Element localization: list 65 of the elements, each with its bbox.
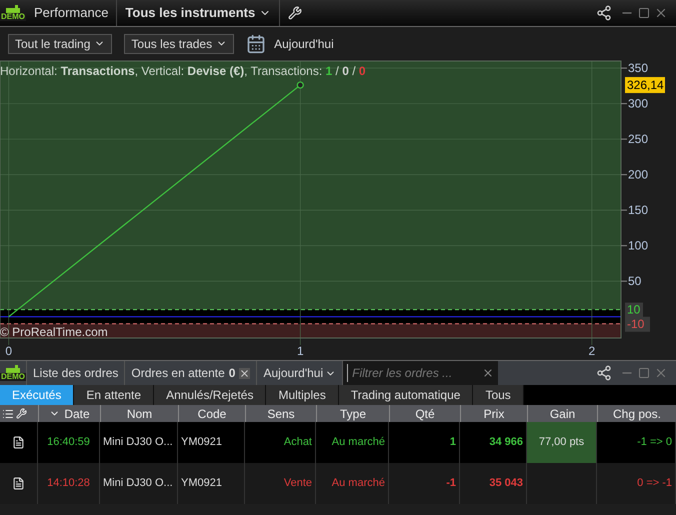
table-cell-text: 1: [450, 435, 456, 450]
instrument-dropdown[interactable]: Tous les instruments: [117, 0, 280, 26]
filter-dropdown[interactable]: Tous les trades: [124, 34, 234, 54]
table-cell-text: 16:40:59: [47, 435, 90, 450]
tab[interactable]: En attente: [74, 385, 154, 405]
table-cell-text: Mini DJ30 O...: [103, 435, 173, 450]
table-cell-text: Achat: [284, 435, 312, 450]
panel-title: Performance: [26, 0, 118, 26]
x-tick-label: 0: [5, 344, 12, 358]
count-separator: /: [334, 63, 340, 80]
table-cell-text: -1 => 0: [637, 435, 672, 450]
table-cell-text: Au marché: [332, 435, 385, 450]
x-tick-label: 2: [588, 344, 596, 358]
table-cell-text: 77,00 pts: [538, 435, 584, 450]
y-tick-label: 50: [628, 274, 642, 288]
clear-icon[interactable]: [482, 367, 494, 379]
transaction-count: 0: [342, 63, 349, 80]
copyright-text: © ProRealTime.com: [0, 324, 108, 341]
close-icon[interactable]: [654, 366, 668, 380]
threshold-label: 10: [625, 302, 643, 318]
order-detail-icon[interactable]: [12, 477, 25, 490]
last-value-label: 326,14: [625, 77, 665, 94]
share-icon[interactable]: [596, 365, 612, 381]
filter-field[interactable]: Filtrer les ordres ...: [343, 361, 498, 385]
table-cell-text: Au marché: [332, 476, 385, 492]
y-tick-label: 200: [628, 168, 648, 182]
count-separator: /: [351, 63, 357, 80]
maximize-icon[interactable]: [638, 7, 650, 19]
close-icon[interactable]: [654, 6, 668, 20]
table-cell-text: YM0921: [181, 435, 222, 450]
filter-dropdown[interactable]: Tout le trading: [8, 34, 112, 54]
y-tick-label: 150: [628, 203, 648, 218]
tab[interactable]: Annulés/Rejetés: [154, 385, 266, 405]
y-tick-label: 350: [628, 61, 648, 76]
table-cell-text: Vente: [284, 476, 312, 492]
chart-header: Horizontal: Transactions, Vertical: Devise (€), Transactions:: [0, 63, 324, 80]
pending-orders-label: Ordres en attente: [131, 365, 225, 382]
table-cell-text: -1: [446, 476, 456, 492]
maximize-icon[interactable]: [638, 367, 650, 379]
transaction-count: 1: [326, 63, 332, 80]
calendar-icon[interactable]: [246, 34, 266, 54]
date-label: Aujourd'hui: [274, 36, 334, 52]
y-tick-label: 300: [628, 96, 648, 111]
tab[interactable]: Trading automatique: [338, 385, 474, 405]
x-tick-label: 1: [296, 344, 304, 358]
demo-logo: DEMO: [0, 1, 26, 25]
table-cell-text: YM0921: [181, 476, 222, 492]
share-icon[interactable]: [596, 5, 612, 21]
demo-logo: DEMO: [0, 361, 26, 385]
y-tick-label: 100: [628, 238, 648, 253]
table-cell-text: 34 966: [489, 435, 523, 450]
wrench-icon[interactable]: [288, 6, 302, 20]
threshold-label: -10: [625, 316, 650, 332]
transaction-count: 0: [358, 63, 366, 80]
wrench-icon[interactable]: [16, 408, 27, 419]
tab[interactable]: Multiples: [266, 385, 339, 405]
pending-count: 0: [228, 365, 236, 382]
table-cell-text: Mini DJ30 O...: [103, 476, 173, 492]
table-cell-text: 35 043: [489, 476, 523, 492]
tab[interactable]: Tous: [473, 385, 524, 405]
table-cell-text: 14:10:28: [47, 476, 90, 492]
order-detail-icon[interactable]: [12, 436, 25, 449]
clear-icon[interactable]: [239, 368, 250, 378]
y-tick-label: 250: [628, 132, 648, 146]
table-cell-text: 0 => -1: [637, 476, 672, 492]
